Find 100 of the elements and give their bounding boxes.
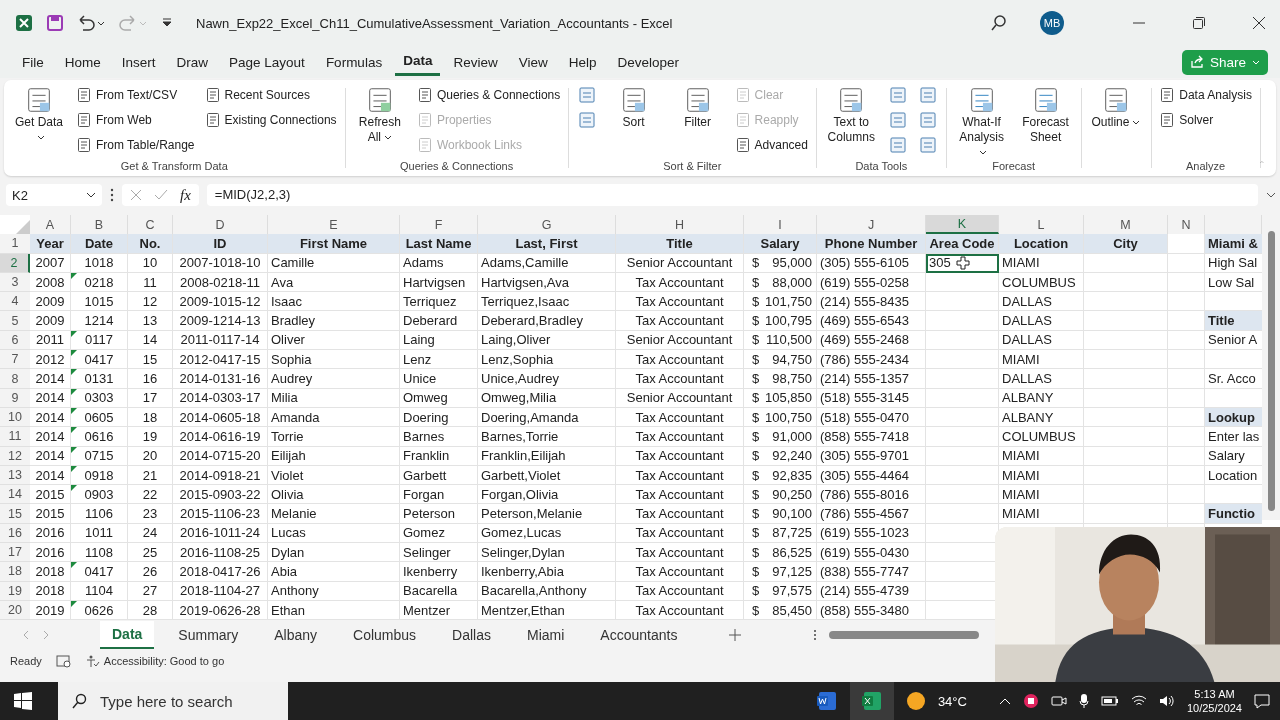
row-header[interactable]: 3: [0, 272, 30, 293]
ribbon-button[interactable]: Get Data: [10, 83, 68, 147]
ribbon-tab[interactable]: Developer: [609, 48, 687, 76]
temperature-text[interactable]: 34°C: [937, 693, 967, 709]
ribbon-tab[interactable]: Insert: [113, 48, 164, 76]
sheet-tab[interactable]: Accountants: [588, 622, 690, 648]
row-header[interactable]: 19: [0, 581, 30, 601]
row-header[interactable]: 9: [0, 388, 30, 408]
ribbon-button[interactable]: What-If Analysis: [952, 83, 1011, 162]
ribbon-button[interactable]: Recent Sources: [202, 84, 339, 106]
table-cell: 2014-0616-19: [173, 427, 268, 447]
ribbon-button[interactable]: Solver: [1157, 109, 1254, 131]
column-header[interactable]: K: [926, 215, 999, 235]
sheet-tab[interactable]: Miami: [515, 622, 577, 648]
table-cell: Garbett,Violet: [478, 465, 616, 486]
ribbon-button[interactable]: Refresh All: [350, 83, 409, 147]
insert-function-button[interactable]: fx: [180, 186, 191, 204]
row-header[interactable]: 10: [0, 407, 30, 428]
column-header[interactable]: G: [478, 215, 616, 235]
table-cell: 2018-1104-27: [173, 581, 268, 601]
ribbon-button[interactable]: From Web: [74, 109, 197, 131]
clock-date[interactable]: 10/25/2024: [1186, 701, 1242, 716]
taskbar-search-field[interactable]: Type here to search: [58, 682, 288, 720]
table-cell: Laing: [400, 330, 478, 351]
ribbon-button[interactable]: From Table/Range: [74, 134, 197, 156]
accessibility-status[interactable]: Accessibility: Good to go: [85, 654, 225, 668]
column-header[interactable]: D: [173, 215, 268, 235]
sheet-tab[interactable]: Albany: [262, 622, 330, 648]
sheet-tab[interactable]: Summary: [166, 622, 251, 648]
table-cell: 20: [128, 446, 173, 466]
ribbon-button[interactable]: Filter: [668, 83, 727, 132]
table-cell: 23: [128, 504, 173, 524]
table-cell: $ 110,500: [744, 330, 817, 351]
ribbon-tab[interactable]: File: [14, 48, 52, 76]
row-header[interactable]: 17: [0, 543, 30, 563]
ribbon-tab[interactable]: Formulas: [317, 48, 391, 76]
ribbon-button[interactable]: Sort: [604, 83, 663, 132]
ribbon-tab[interactable]: Home: [56, 48, 109, 76]
ribbon-tab[interactable]: Draw: [168, 48, 217, 76]
column-header[interactable]: C: [128, 215, 173, 235]
header-cell: ID: [173, 234, 268, 254]
row-header[interactable]: 14: [0, 485, 30, 505]
row-header[interactable]: 4: [0, 292, 30, 312]
row-header[interactable]: 5: [0, 311, 30, 331]
row-header[interactable]: 13: [0, 465, 30, 486]
clock-time[interactable]: 5:13 AM: [1194, 686, 1235, 701]
table-cell: ALBANY: [999, 407, 1084, 428]
header-cell: Date: [71, 234, 128, 254]
ribbon-tab[interactable]: View: [510, 48, 556, 76]
table-cell: Terriquez: [400, 292, 478, 312]
column-header[interactable]: I: [744, 215, 817, 235]
ribbon-button[interactable]: Text to Columns: [822, 83, 881, 147]
sheet-tab[interactable]: Columbus: [341, 622, 429, 648]
table-cell: 2008-0218-11: [173, 272, 268, 293]
user-avatar[interactable]: MB: [1040, 11, 1064, 35]
ribbon-button[interactable]: Existing Connections: [202, 109, 339, 131]
row-header[interactable]: 18: [0, 562, 30, 582]
column-header[interactable]: E: [268, 215, 400, 235]
column-header[interactable]: L: [999, 215, 1084, 235]
row-header[interactable]: 11: [0, 427, 30, 447]
row-header[interactable]: 16: [0, 523, 30, 544]
ribbon-tab[interactable]: Help: [560, 48, 605, 76]
ribbon-button[interactable]: Forecast Sheet: [1016, 83, 1075, 147]
ribbon-tab[interactable]: Page Layout: [221, 48, 313, 76]
table-cell: 2009: [30, 311, 71, 331]
column-header[interactable]: A: [30, 215, 71, 235]
name-box[interactable]: K2: [6, 184, 102, 206]
ribbon-button[interactable]: Queries & Connections: [414, 84, 563, 106]
row-header[interactable]: 8: [0, 369, 30, 389]
row-header[interactable]: 7: [0, 350, 30, 370]
table-cell: 1106: [71, 504, 128, 524]
column-header[interactable]: B: [71, 215, 128, 235]
table-cell: Adams: [400, 253, 478, 273]
row-header[interactable]: 6: [0, 330, 30, 351]
row-header[interactable]: 15: [0, 504, 30, 524]
row-header[interactable]: 20: [0, 600, 30, 621]
sheet-tab[interactable]: Data: [100, 621, 155, 649]
table-cell: 2015-0903-22: [173, 485, 268, 505]
column-header[interactable]: H: [616, 215, 744, 235]
ribbon-button[interactable]: Data Analysis: [1157, 84, 1254, 106]
ribbon-button[interactable]: From Text/CSV: [74, 84, 197, 106]
column-header[interactable]: M: [1084, 215, 1168, 235]
table-cell: Deberard: [400, 311, 478, 331]
formula-field[interactable]: =MID(J2,2,3): [206, 184, 1258, 206]
table-cell: Bradley: [268, 311, 400, 331]
sheet-tab[interactable]: Dallas: [440, 622, 503, 648]
table-cell: $ 91,000: [744, 427, 817, 447]
ribbon-tab[interactable]: Review: [445, 48, 506, 76]
row-header[interactable]: 1: [0, 234, 30, 254]
column-header[interactable]: J: [817, 215, 926, 235]
column-header[interactable]: N: [1168, 215, 1205, 235]
table-cell: Tax Accountant: [616, 446, 744, 466]
row-header[interactable]: 12: [0, 446, 30, 466]
ribbon-button[interactable]: Advanced: [732, 134, 810, 156]
column-header[interactable]: F: [400, 215, 478, 235]
ribbon-button[interactable]: Outline: [1086, 83, 1145, 132]
table-cell: 1018: [71, 253, 128, 273]
table-cell: Tax Accountant: [616, 407, 744, 428]
row-header[interactable]: 2: [0, 253, 30, 273]
ribbon-tab[interactable]: Data: [395, 48, 441, 76]
